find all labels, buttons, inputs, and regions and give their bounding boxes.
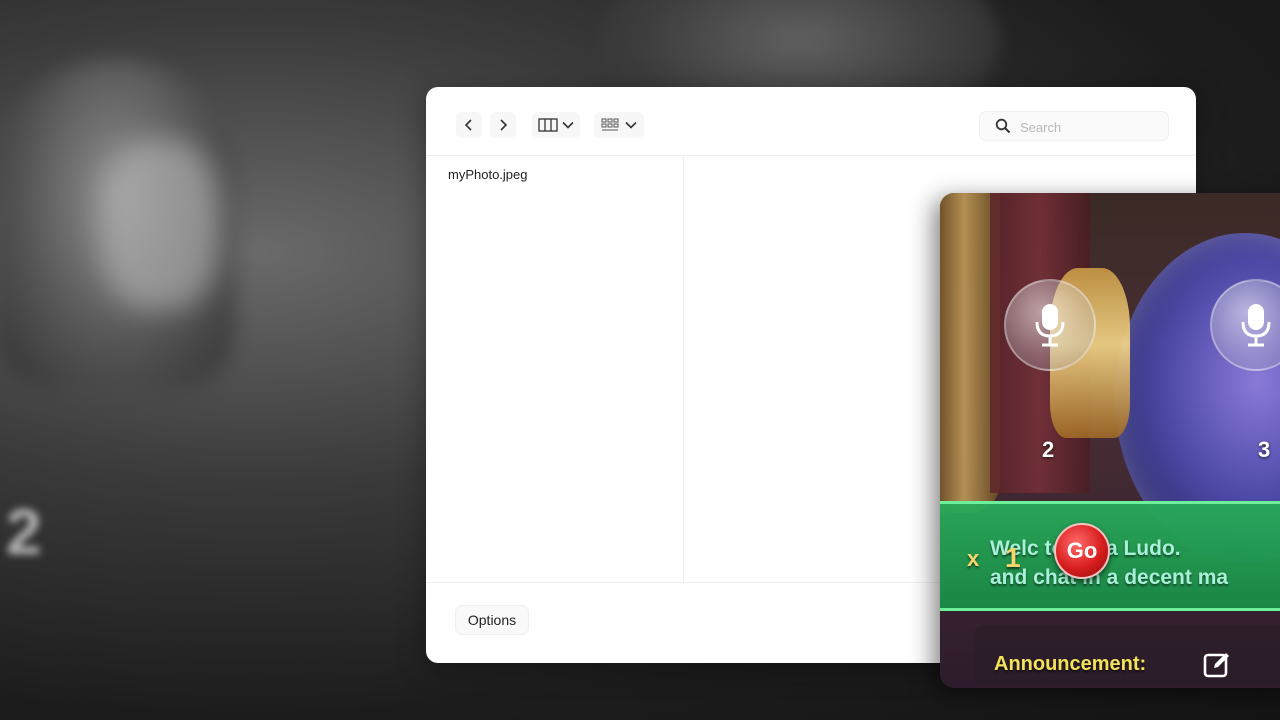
file-item[interactable]: myPhoto.jpeg — [448, 167, 528, 182]
welcome-line-1: Welc to Yalla Ludo. — [990, 537, 1181, 560]
microphone-icon — [1035, 304, 1065, 347]
welcome-line-2: and chat in a decent ma — [990, 566, 1229, 589]
chevron-right-icon — [500, 119, 508, 131]
edit-icon[interactable] — [1202, 650, 1232, 680]
chevron-down-icon — [625, 121, 637, 129]
seat-number: 3 — [1258, 437, 1271, 462]
search-icon — [995, 118, 1011, 134]
options-button[interactable]: Options — [455, 605, 529, 635]
file-list: myPhoto.jpeg — [426, 155, 684, 583]
search-input[interactable] — [1018, 112, 1162, 142]
back-button[interactable] — [456, 112, 482, 138]
dialog-toolbar — [426, 87, 1196, 156]
announcement-bar: Announcement: — [974, 625, 1280, 685]
welcome-banner: x Welc to Yalla Ludo. and chat in a dece… — [940, 501, 1280, 611]
voice-seat-2[interactable] — [1004, 279, 1096, 371]
view-columns-button[interactable] — [532, 112, 580, 138]
seat-number: 2 — [1042, 437, 1055, 462]
multiplier-prefix: x — [967, 546, 980, 571]
background-seat-number: 2 — [6, 496, 42, 568]
go-button[interactable]: Go — [1054, 523, 1110, 579]
grid-view-icon — [601, 118, 619, 131]
game-room-panel: 2 3 x Welc to Yalla Ludo. and chat in a … — [940, 193, 1280, 688]
multiplier-count: 1 — [1005, 542, 1021, 573]
view-grid-button[interactable] — [594, 112, 644, 138]
search-box[interactable] — [979, 111, 1169, 142]
welcome-text: Welc to Yalla Ludo. and chat in a decent… — [990, 534, 1280, 592]
background-lantern — [100, 140, 220, 310]
columns-view-icon — [538, 118, 558, 132]
chevron-down-icon — [562, 121, 574, 129]
announcement-label: Announcement: — [994, 653, 1147, 675]
forward-button[interactable] — [490, 112, 516, 138]
chevron-left-icon — [464, 119, 472, 131]
microphone-icon — [1241, 304, 1271, 347]
